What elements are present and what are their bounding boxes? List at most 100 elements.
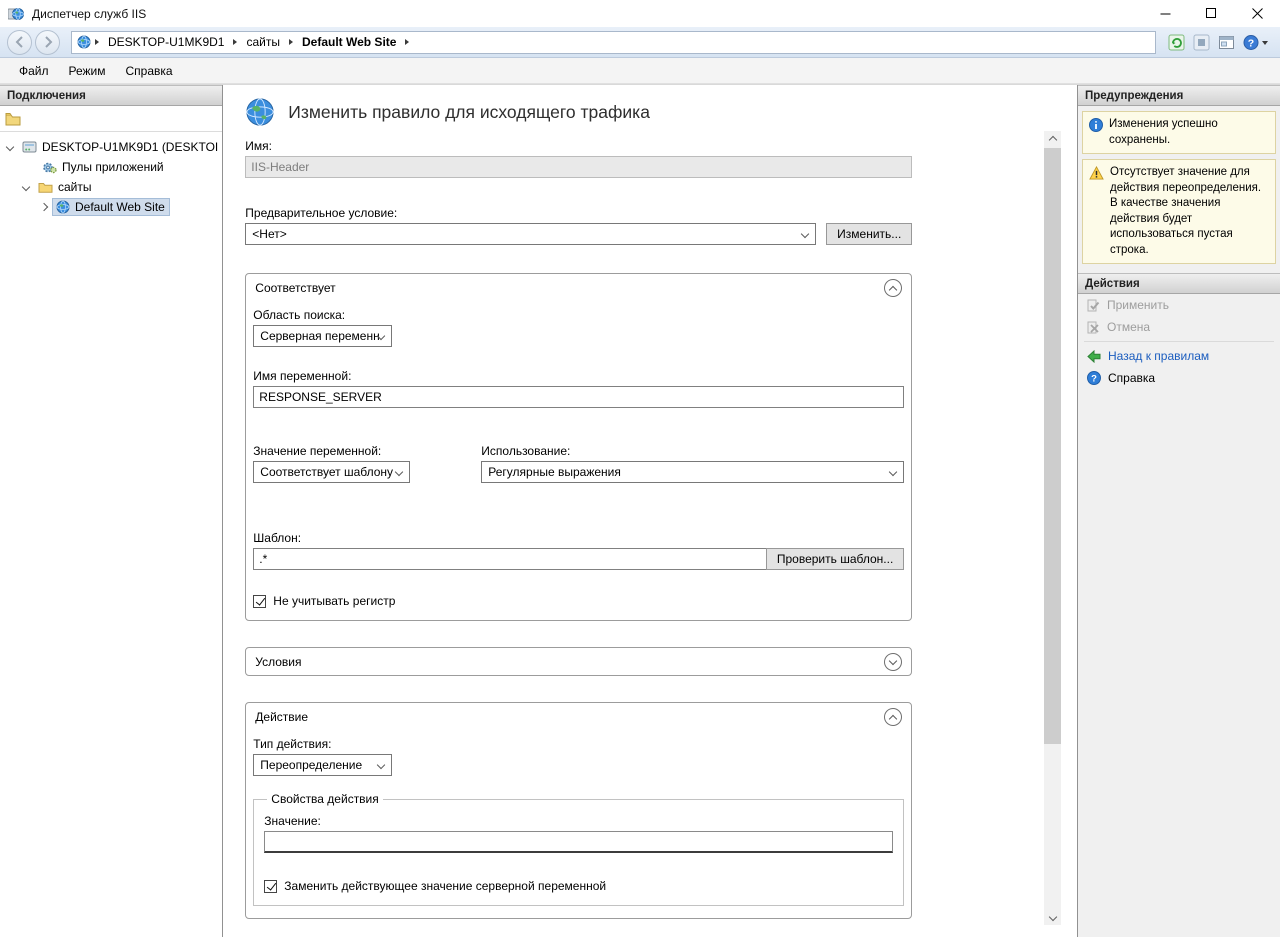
scroll-up-button[interactable] xyxy=(1044,131,1061,148)
close-button[interactable] xyxy=(1234,0,1280,27)
breadcrumb-arrow-icon xyxy=(289,39,293,45)
help-icon: ? xyxy=(1087,371,1101,385)
scope-value: Серверная переменн xyxy=(260,329,379,343)
match-section: Соответствует Область поиска: Серверная … xyxy=(245,273,912,621)
chevron-down-icon[interactable] xyxy=(22,183,30,191)
chevron-down-icon[interactable] xyxy=(6,143,14,151)
page-title: Изменить правило для исходящего трафика xyxy=(288,102,650,123)
variable-group: Имя переменной: xyxy=(253,369,904,408)
cancel-icon xyxy=(1087,321,1100,334)
back-button[interactable] xyxy=(7,30,32,55)
chevron-up-icon xyxy=(1048,135,1056,143)
breadcrumb-item-server[interactable]: DESKTOP-U1MK9D1 xyxy=(101,33,231,51)
minimize-button[interactable] xyxy=(1142,0,1188,27)
breadcrumb-item-default-web-site[interactable]: Default Web Site xyxy=(295,33,403,51)
chevron-up-icon xyxy=(889,714,897,722)
back-to-rules-label: Назад к правилам xyxy=(1108,349,1209,363)
warning-alert: Отсутствует значение для действия переоп… xyxy=(1082,159,1276,264)
using-label: Использование: xyxy=(481,444,904,458)
chevron-down-icon xyxy=(377,761,385,769)
create-connection-icon[interactable] xyxy=(5,112,21,126)
action-value-field[interactable] xyxy=(264,831,893,853)
variable-field[interactable] xyxy=(253,386,904,408)
tree-item-app-pools[interactable]: Пулы приложений xyxy=(0,157,222,177)
menu-help[interactable]: Справка xyxy=(116,60,183,82)
pattern-label: Шаблон: xyxy=(253,531,904,545)
scroll-thumb[interactable] xyxy=(1044,148,1061,744)
server-icon xyxy=(22,141,37,154)
actions-panel: Предупреждения Изменения успешно сохране… xyxy=(1078,85,1280,937)
using-select[interactable]: Регулярные выражения xyxy=(481,461,904,483)
cancel-label: Отмена xyxy=(1107,320,1150,334)
iis-app-icon xyxy=(8,6,24,22)
action-properties-legend: Свойства действия xyxy=(267,792,382,806)
precondition-label: Предварительное условие: xyxy=(245,206,912,220)
action-type-group: Тип действия: Переопределение xyxy=(253,737,904,776)
action-section: Действие Тип действия: Переопределение xyxy=(245,702,912,919)
variable-value-value: Соответствует шаблону xyxy=(260,465,393,479)
restart-button[interactable] xyxy=(1168,34,1185,51)
maximize-button[interactable] xyxy=(1188,0,1234,27)
breadcrumb-item-sites[interactable]: сайты xyxy=(239,33,287,51)
help-link[interactable]: ? Справка xyxy=(1078,367,1280,389)
cancel-button: Отмена xyxy=(1078,316,1280,338)
precondition-select[interactable]: <Нет> xyxy=(245,223,816,245)
apply-button: Применить xyxy=(1078,294,1280,316)
collapse-action-button[interactable] xyxy=(884,708,902,726)
stop-button[interactable] xyxy=(1193,34,1210,51)
help-button[interactable]: ? xyxy=(1243,34,1269,51)
connections-toolbar xyxy=(0,106,222,132)
breadcrumb: DESKTOP-U1MK9D1 сайты Default Web Site xyxy=(71,31,1156,54)
match-section-title: Соответствует xyxy=(255,281,335,295)
menu-bar: Файл Режим Справка xyxy=(0,58,1280,84)
tree-item-server[interactable]: DESKTOP-U1MK9D1 (DESKTOI xyxy=(0,137,222,157)
connections-panel: Подключения DESKTOP-U1MK9D1 (DESKTOI xyxy=(0,85,223,937)
chevron-down-icon xyxy=(395,468,403,476)
breadcrumb-arrow-icon xyxy=(405,39,409,45)
actions-header: Действия xyxy=(1078,273,1280,294)
tree-item-server-label: DESKTOP-U1MK9D1 (DESKTOI xyxy=(42,140,218,154)
edit-rule-panel: Изменить правило для исходящего трафика … xyxy=(223,85,1078,937)
scope-select[interactable]: Серверная переменн xyxy=(253,325,392,347)
forward-button[interactable] xyxy=(35,30,60,55)
home-button[interactable] xyxy=(1218,34,1235,51)
tree-item-default-web-site[interactable]: Default Web Site xyxy=(0,197,222,217)
action-type-select[interactable]: Переопределение xyxy=(253,754,392,776)
scroll-down-button[interactable] xyxy=(1044,908,1061,925)
ignore-case-checkbox[interactable] xyxy=(253,595,266,608)
svg-text:?: ? xyxy=(1248,37,1254,49)
actions-separator xyxy=(1084,341,1274,342)
precondition-value: <Нет> xyxy=(252,227,286,241)
tree-item-sites[interactable]: сайты xyxy=(0,177,222,197)
chevron-down-icon xyxy=(1048,912,1056,920)
page-header: Изменить правило для исходящего трафика xyxy=(245,97,912,127)
menu-view[interactable]: Режим xyxy=(59,60,116,82)
ignore-case-row: Не учитывать регистр xyxy=(253,594,904,608)
svg-text:?: ? xyxy=(1091,374,1097,385)
pattern-group: Шаблон: Проверить шаблон... xyxy=(253,531,904,570)
variable-label: Имя переменной: xyxy=(253,369,904,383)
replace-value-checkbox[interactable] xyxy=(264,880,277,893)
test-pattern-button[interactable]: Проверить шаблон... xyxy=(766,548,904,570)
address-bar: DESKTOP-U1MK9D1 сайты Default Web Site ? xyxy=(0,27,1280,58)
vertical-scrollbar[interactable] xyxy=(1044,131,1061,925)
conditions-section-title: Условия xyxy=(255,655,301,669)
alerts-header: Предупреждения xyxy=(1078,85,1280,106)
chevron-right-icon[interactable] xyxy=(40,203,48,211)
help-label: Справка xyxy=(1108,371,1155,385)
iis-manager-window: Диспетчер служб IIS DESKTOP-U1MK9D1 сайт… xyxy=(0,0,1280,937)
connections-header: Подключения xyxy=(0,85,222,106)
back-to-rules-link[interactable]: Назад к правилам xyxy=(1078,345,1280,367)
back-arrow-icon xyxy=(1087,350,1101,363)
pattern-field[interactable] xyxy=(253,548,767,570)
apply-label: Применить xyxy=(1107,298,1169,312)
scope-group: Область поиска: Серверная переменн xyxy=(253,308,904,347)
breadcrumb-arrow-icon xyxy=(95,39,99,45)
action-properties-group: Свойства действия Значение: Заменить дей… xyxy=(253,792,904,906)
action-type-value: Переопределение xyxy=(260,758,362,772)
menu-file[interactable]: Файл xyxy=(9,60,59,82)
variable-value-select[interactable]: Соответствует шаблону xyxy=(253,461,410,483)
expand-conditions-button[interactable] xyxy=(884,653,902,671)
edit-precondition-button[interactable]: Изменить... xyxy=(826,223,912,245)
collapse-match-button[interactable] xyxy=(884,279,902,297)
